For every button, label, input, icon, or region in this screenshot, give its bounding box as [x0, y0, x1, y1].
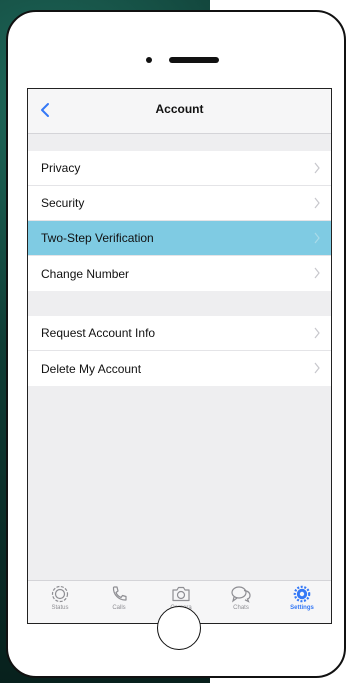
chevron-right-icon — [314, 362, 320, 374]
settings-row-label: Two-Step Verification — [41, 231, 154, 245]
settings-row-label: Change Number — [41, 266, 130, 281]
settings-row-label: Request Account Info — [41, 326, 156, 340]
chevron-right-icon — [314, 232, 320, 244]
settings-row-delete-my-account[interactable]: Delete My Account — [28, 351, 331, 386]
camera-icon — [172, 586, 190, 602]
earpiece-speaker — [169, 57, 219, 63]
settings-row-request-account-info[interactable]: Request Account Info — [28, 316, 331, 351]
navigation-bar: Account — [28, 89, 331, 134]
tab-label: Settings — [290, 605, 314, 611]
tab-label: Calls — [112, 605, 126, 611]
settings-row-change-number[interactable]: Change Number — [28, 256, 331, 291]
home-button[interactable] — [157, 606, 201, 650]
tab-status[interactable]: Status — [35, 585, 85, 611]
status-icon — [51, 585, 69, 603]
app-screen: Account Privacy Security Two-Step Verifi… — [27, 88, 332, 624]
tab-settings[interactable]: Settings — [277, 585, 327, 611]
phone-icon — [112, 586, 127, 601]
settings-group-account: Privacy Security Two-Step Verification C… — [28, 151, 331, 291]
settings-row-label: Delete My Account — [41, 361, 142, 376]
tab-chats[interactable]: Chats — [216, 585, 266, 611]
tab-label: Status — [51, 605, 69, 611]
settings-row-privacy[interactable]: Privacy — [28, 151, 331, 186]
chevron-right-icon — [314, 162, 320, 174]
page-title: Account — [155, 102, 204, 116]
front-camera-dot — [146, 57, 152, 63]
tab-label: Chats — [233, 605, 249, 611]
chevron-right-icon — [314, 267, 320, 279]
chevron-right-icon — [314, 327, 320, 339]
settings-row-two-step-verification[interactable]: Two-Step Verification — [28, 221, 331, 256]
settings-row-label: Security — [41, 196, 85, 210]
settings-group-account-data: Request Account Info Delete My Account — [28, 316, 331, 386]
tab-calls[interactable]: Calls — [94, 585, 144, 611]
gear-icon — [293, 585, 311, 603]
settings-row-label: Privacy — [41, 161, 81, 175]
chevron-right-icon — [314, 197, 320, 209]
chat-bubbles-icon — [231, 586, 251, 603]
settings-row-security[interactable]: Security — [28, 186, 331, 221]
